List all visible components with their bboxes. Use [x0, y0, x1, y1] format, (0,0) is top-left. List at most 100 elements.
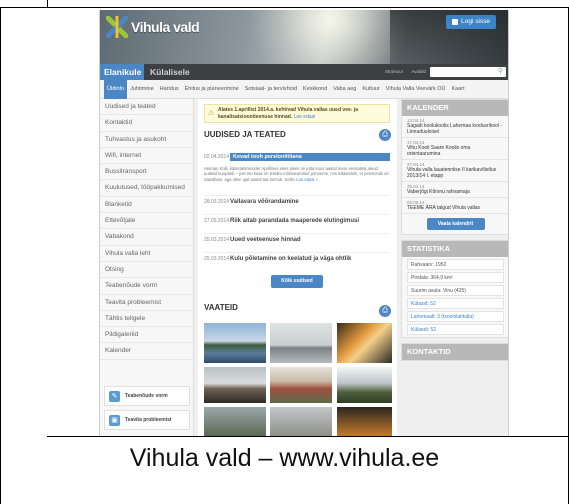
header-banner: Vihula vald Logi sisse	[100, 10, 508, 64]
news-featured-title[interactable]: Kevad tooh perslonlitilana	[230, 153, 390, 161]
subnav-item-kultuur[interactable]: Kultuur	[359, 80, 382, 99]
sidebar-item-kuulutused[interactable]: Kuulutused, tööpakkumised	[100, 180, 193, 197]
frame-tick	[47, 0, 48, 8]
login-button[interactable]: Logi sisse	[446, 15, 496, 29]
pencil-icon: ✎	[109, 390, 120, 402]
sidebar-item-pildigaleriid[interactable]: Pildigaleriid	[100, 327, 193, 344]
gallery-heading: VAATEID	[204, 303, 238, 312]
print-icon[interactable]: ⎙	[379, 305, 391, 317]
top-link-avaldid[interactable]: Avaldid	[411, 64, 426, 80]
stat-row: Suurim asula: Vinu (425)	[407, 285, 504, 296]
top-links: Struktuur Avaldid	[385, 64, 426, 80]
gallery-photo-field[interactable]	[204, 407, 266, 436]
news-excerpt: Heiman Külli, külastalimissider Aprillin…	[204, 166, 390, 182]
gallery-photo-boat[interactable]	[270, 323, 332, 363]
news-date: 25.03.2014	[204, 237, 230, 243]
gallery-photo-lake[interactable]	[204, 323, 266, 363]
subnav-item-haridus[interactable]: Haridus	[157, 80, 182, 99]
stat-row-link[interactable]: Külaedi: 52	[407, 324, 504, 335]
sidebar-item-uudised[interactable]: Uudised ja teated	[100, 99, 193, 116]
news-date: 02.04.2014	[204, 154, 230, 160]
quick-link-teabenoude[interactable]: ✎ Teabenõude vorm	[104, 386, 190, 406]
news-title[interactable]: Uued veeteenuse hinnad	[230, 237, 301, 243]
gallery-photo-evening[interactable]	[337, 407, 392, 436]
news-title[interactable]: Kulu põletamine on keelatud ja väga ohtl…	[230, 256, 351, 262]
sidebar-item-blanketid[interactable]: Blanketid	[100, 197, 193, 214]
subnav-item-uldinfo[interactable]: Üldinfo	[104, 79, 128, 99]
subnav-item-veevark[interactable]: Vihula Valla Veevärk OÜ	[383, 80, 449, 99]
sidebar-item-bussitransport[interactable]: Bussitransport	[100, 164, 193, 181]
sidebar-item-valla-leht[interactable]: Vihula valla leht	[100, 246, 193, 262]
calendar-title[interactable]: Vihu Kooli Saare Koolis oma orientaarumi…	[407, 145, 504, 157]
calendar-entry[interactable]: 13.04.14 Sagadi koolukoolis Lahemaa lood…	[402, 116, 508, 138]
stat-row-link[interactable]: Külasid: 52	[407, 298, 504, 309]
frame-top-border	[0, 0, 569, 8]
calendar-entry[interactable]: 27.04.14 Vihula valla lauatenniise II ka…	[402, 160, 508, 182]
main-content: ⚠ Alates 1.aprillist 2014.a. kehtivad Vi…	[198, 99, 397, 436]
news-title[interactable]: Vallavara võõrandamine	[230, 199, 299, 205]
view-calendar-button[interactable]: Vaata kalendrit	[426, 218, 485, 230]
banner-sun-rays	[250, 10, 410, 64]
figure-caption: Vihula vald – www.vihula.ee	[129, 444, 440, 472]
subnav-item-kaart[interactable]: Kaart	[449, 80, 468, 99]
news-date: 28.03.2014	[204, 199, 230, 205]
news-row[interactable]: 28.03.2014 Vallavara võõrandamine	[204, 195, 390, 208]
calendar-title[interactable]: Vaberjõgi Kõrsnu rahvamaja	[407, 189, 504, 195]
search-input[interactable]: ⚲	[430, 67, 506, 77]
sidebar-item-kontaktid[interactable]: Kontaktid	[100, 115, 193, 132]
contacts-heading: KONTAKTID	[402, 344, 508, 360]
tab-elanikule[interactable]: Elanikule	[100, 64, 144, 80]
subnav-item-juhtimine[interactable]: Juhtimine	[127, 80, 157, 99]
news-date: 27.03.2014	[204, 218, 230, 224]
sidebar-item-vabakond[interactable]: Vabakond	[100, 229, 193, 246]
gallery-photo-sunset[interactable]	[337, 323, 392, 363]
sidebar-item-kalender[interactable]: Kalender	[100, 343, 193, 360]
subnav-item-keskkond[interactable]: Keskkond	[300, 80, 330, 99]
logo-cross-icon	[106, 16, 128, 38]
sidebar-item-ettevotjale[interactable]: Ettevõtjale	[100, 213, 193, 230]
gallery-photo-trees[interactable]	[204, 367, 266, 403]
gallery-photo-manor[interactable]	[337, 367, 392, 403]
news-row[interactable]: 25.03.2014 Kulu põletamine on keelatud j…	[204, 252, 390, 265]
notice-link[interactable]: Loe edasi	[294, 114, 316, 120]
search-icon[interactable]: ⚲	[498, 68, 503, 76]
subnav-item-sotsiaal[interactable]: Sotsiaal- ja tervishoid	[242, 80, 300, 99]
news-row[interactable]: 27.03.2014 Riik aitab parandada maapered…	[204, 214, 390, 227]
quick-link-teavita[interactable]: ▣ Teavita probleemist	[104, 410, 190, 430]
calendar-title[interactable]: Vihula valla lauatenniise II karikavõist…	[407, 167, 504, 179]
sidebar-item-tahtis[interactable]: Tähtis teligele	[100, 311, 193, 328]
news-read-more-link[interactable]: Loe edasi »	[296, 177, 318, 182]
sidebar-item-wifi[interactable]: Wifi, internet	[100, 148, 193, 165]
lock-icon	[452, 19, 459, 25]
calendar-heading: KALENDER	[402, 100, 508, 116]
sidebar-item-teabenoude[interactable]: Teabenõude vorm	[100, 278, 193, 295]
print-icon[interactable]: ⎙	[379, 129, 391, 141]
news-date: 25.03.2014	[204, 256, 230, 262]
category-subnav: Üldinfo Juhtimine Haridus Ehitus ja plan…	[100, 79, 508, 99]
all-news-button[interactable]: Kõik uudised	[271, 275, 323, 288]
stat-row: Rahvaarv: 1952	[407, 259, 504, 270]
calendar-entry[interactable]: 26.04.14 Vaberjõgi Kõrsnu rahvamaja	[402, 182, 508, 198]
gallery-photo-people[interactable]	[270, 367, 332, 403]
notice-text: Alates 1.aprillist 2014.a. kehtivad Vihu…	[218, 107, 388, 121]
sidebar-item-teavita[interactable]: Teavita probleemist	[100, 295, 193, 311]
news-featured[interactable]: 02.04.2014 Kevad tooh perslonlitilana	[204, 152, 390, 162]
subnav-item-ehitus[interactable]: Ehitus ja planeerimine	[182, 80, 242, 99]
calendar-title[interactable]: TEEME ÄRA talgud Vihula vallas	[407, 205, 504, 211]
login-label: Logi sisse	[461, 18, 490, 25]
site-logo[interactable]: Vihula vald	[106, 16, 200, 38]
news-title[interactable]: Riik aitab parandada maaperede elutingim…	[230, 218, 359, 224]
stat-row-link[interactable]: Lahemaalt: 3 (tsoonilahtulla)	[407, 311, 504, 322]
contacts-panel: KONTAKTID	[401, 343, 508, 361]
calendar-entry[interactable]: 03.05.14 TEEME ÄRA talgud Vihula vallas	[402, 198, 508, 214]
chat-icon: ▣	[109, 414, 120, 426]
sidebar-item-otsing[interactable]: Otsing	[100, 262, 193, 279]
subnav-item-vaba-aeg[interactable]: Vaba aeg	[330, 80, 359, 99]
sidebar-item-asukoht[interactable]: Tuhvastus ja asukoht	[100, 132, 193, 148]
news-row[interactable]: 25.03.2014 Uued veeteenuse hinnad	[204, 233, 390, 246]
gallery-photo-road[interactable]	[270, 407, 332, 436]
calendar-entry[interactable]: 17.04.14 Vihu Kooli Saare Koolis oma ori…	[402, 138, 508, 160]
calendar-title[interactable]: Sagadi koolukoolis Lahemaa loodusrikool …	[407, 123, 504, 135]
tab-kulalisele[interactable]: Külalisele	[146, 64, 194, 80]
top-link-struktuur[interactable]: Struktuur	[385, 64, 403, 80]
